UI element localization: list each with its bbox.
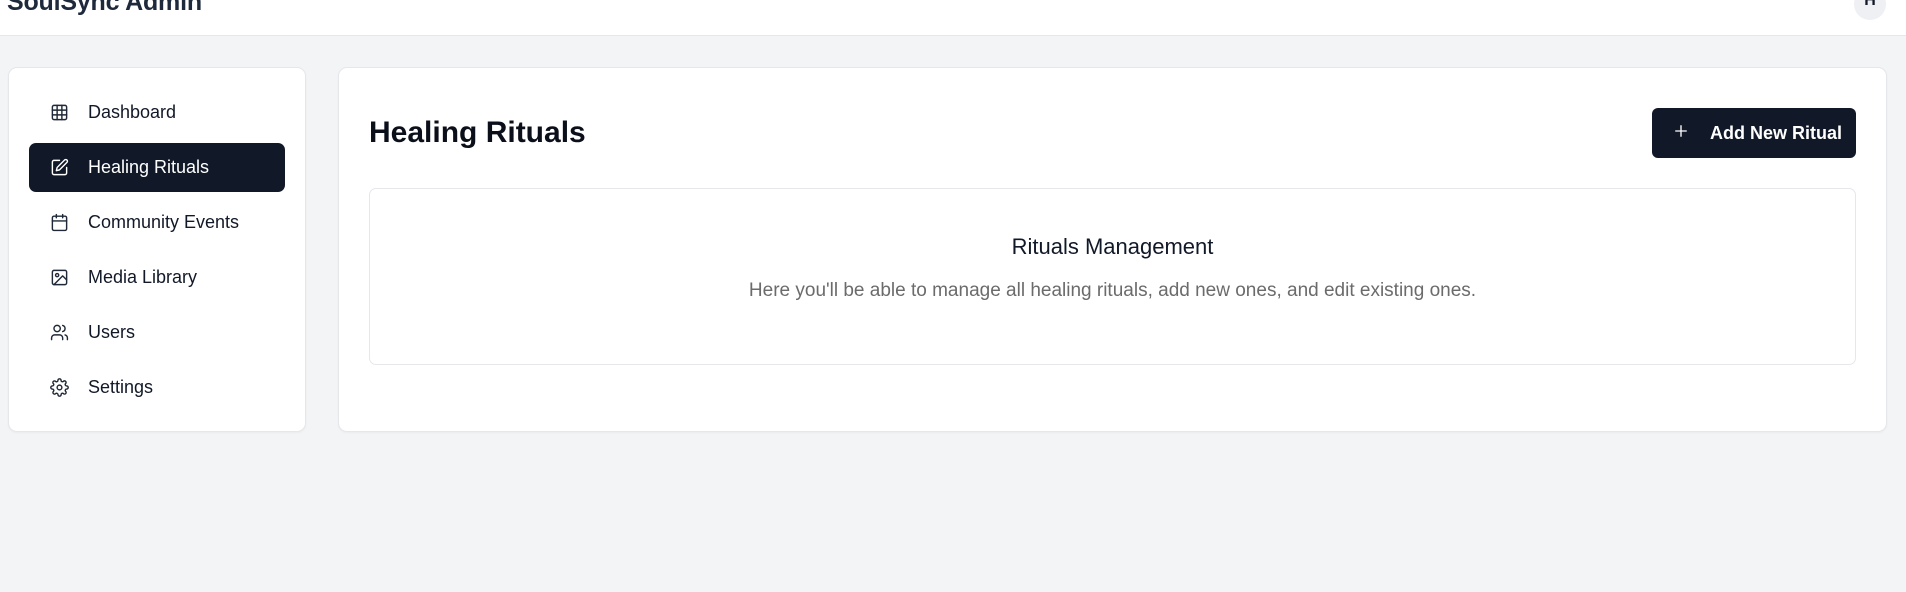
sidebar-item-label: Media Library (88, 267, 198, 287)
add-new-ritual-button[interactable]: Add New Ritual (1652, 108, 1856, 158)
user-avatar[interactable]: H (1854, 0, 1886, 20)
edit-icon (49, 158, 69, 178)
sidebar-item-community-events[interactable]: Community Events (29, 198, 285, 247)
sidebar-item-label: Community Events (88, 212, 240, 232)
sidebar-item-media-library[interactable]: Media Library (29, 253, 285, 302)
plus-icon (1672, 122, 1690, 145)
sidebar-item-settings[interactable]: Settings (29, 363, 285, 412)
sidebar-item-label: Settings (88, 377, 154, 397)
sidebar-item-label: Dashboard (88, 102, 177, 122)
sidebar: Dashboard Healing Rituals Community Even… (8, 67, 306, 432)
top-bar: SoulSync Admin H (0, 0, 1906, 36)
add-new-ritual-label: Add New Ritual (1710, 122, 1843, 143)
card-description: Here you'll be able to manage all healin… (748, 280, 1477, 301)
rituals-management-card: Rituals Management Here you'll be able t… (369, 188, 1856, 365)
card-title: Rituals Management (1011, 234, 1214, 259)
users-icon (49, 323, 69, 343)
sidebar-item-healing-rituals[interactable]: Healing Rituals (29, 143, 285, 192)
sidebar-item-dashboard[interactable]: Dashboard (29, 88, 285, 137)
sidebar-item-label: Users (88, 322, 136, 342)
sidebar-item-users[interactable]: Users (29, 308, 285, 357)
calendar-icon (49, 213, 69, 233)
page-title: Healing Rituals (369, 116, 586, 149)
main-panel: Healing Rituals Add New Ritual Rituals M… (338, 67, 1887, 432)
app-title: SoulSync Admin (7, 0, 202, 16)
image-icon (49, 268, 69, 288)
sidebar-item-label: Healing Rituals (88, 157, 210, 177)
grid-icon (49, 103, 69, 123)
gear-icon (49, 378, 69, 398)
